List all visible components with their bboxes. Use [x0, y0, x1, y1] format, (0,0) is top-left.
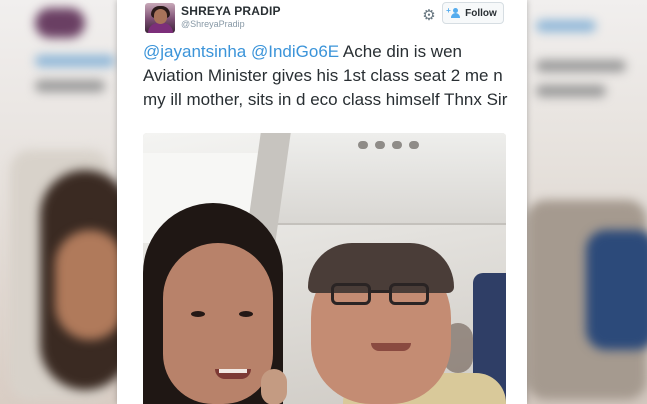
follow-label: Follow	[465, 7, 497, 19]
blurred-text	[536, 85, 606, 97]
blurred-text	[536, 20, 596, 32]
woman-teeth	[219, 369, 247, 373]
background-passenger	[261, 369, 287, 404]
tweet-card: SHREYA PRADIP @ShreyaPradip ⚙ + Follow @…	[117, 0, 527, 404]
blurred-background-right	[526, 0, 647, 404]
overhead-panel	[263, 133, 506, 225]
woman-eye	[239, 311, 253, 317]
user-handle[interactable]: @ShreyaPradip	[181, 19, 245, 29]
blurred-background-left	[0, 0, 117, 404]
blurred-seat	[586, 230, 647, 350]
mention-link[interactable]: @IndiGo6E	[251, 42, 339, 61]
tweet-text: @jayantsinha @IndiGo6E Ache din is wen A…	[143, 40, 515, 112]
add-person-icon: +	[446, 6, 461, 18]
tweet-photo[interactable]	[143, 133, 506, 404]
blurred-text	[35, 80, 105, 92]
blurred-text	[536, 60, 626, 72]
woman-eye	[191, 311, 205, 317]
blurred-face	[55, 230, 117, 340]
mention-link[interactable]: @jayantsinha	[143, 42, 246, 61]
avatar[interactable]	[145, 3, 175, 33]
avatar-body	[148, 23, 173, 33]
blurred-text	[35, 55, 115, 67]
avatar-head	[154, 9, 167, 24]
user-name[interactable]: SHREYA PRADIP	[181, 4, 281, 18]
man-glasses	[331, 283, 431, 309]
blurred-avatar	[35, 8, 85, 38]
follow-button[interactable]: + Follow	[442, 2, 504, 24]
gear-icon[interactable]: ⚙	[419, 5, 439, 25]
man-mouth	[371, 343, 411, 351]
woman-face	[163, 243, 273, 404]
